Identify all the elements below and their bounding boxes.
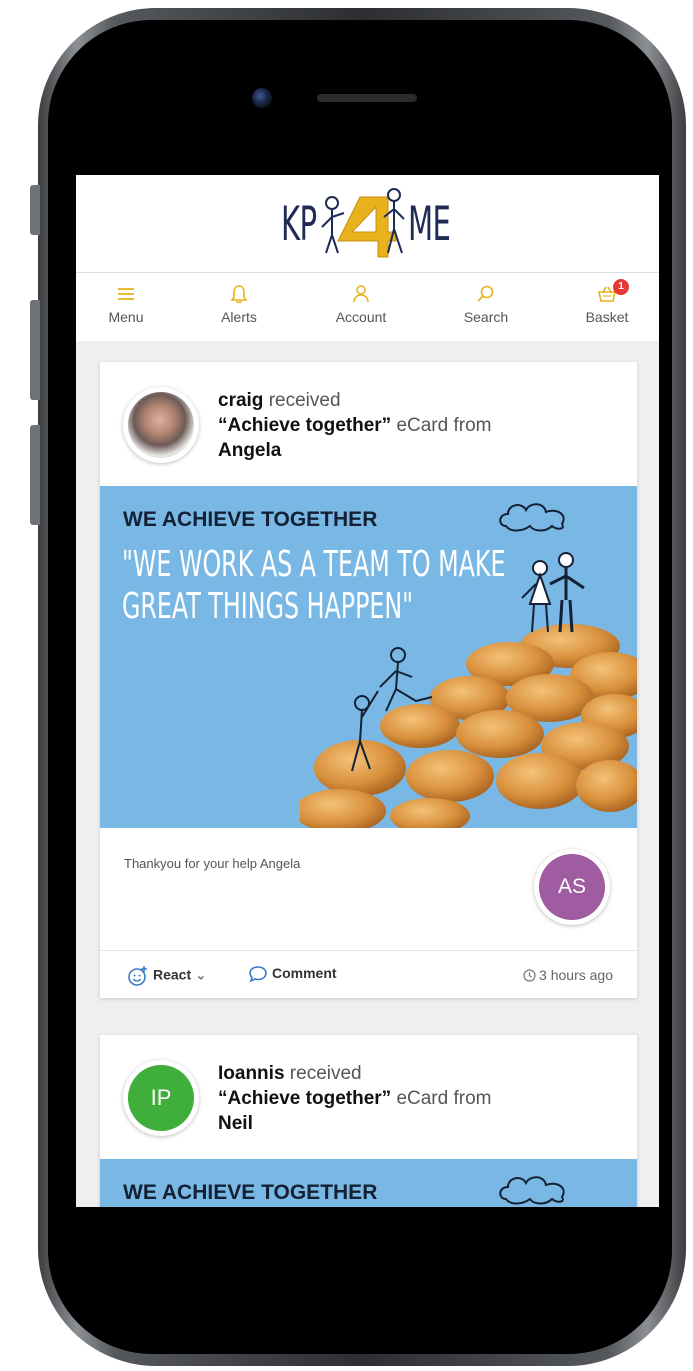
- ecard-from-text: eCard from: [396, 415, 492, 436]
- nav-alerts-label: Alerts: [221, 309, 257, 325]
- app-header: KP ME: [76, 175, 659, 273]
- profile-photo: [128, 392, 194, 458]
- timestamp-text: 3 hours ago: [539, 967, 613, 983]
- sender-initials: AS: [539, 854, 605, 920]
- add-reaction-icon: [128, 966, 147, 986]
- kp4me-logo[interactable]: KP ME: [276, 183, 466, 265]
- post-timestamp: 3 hours ago: [523, 967, 613, 983]
- basket-count-badge: 1: [613, 279, 629, 295]
- nav-menu-button[interactable]: Menu: [86, 283, 166, 325]
- ecard-name: “Achieve together”: [218, 1088, 392, 1109]
- ecard-name: “Achieve together”: [218, 415, 392, 436]
- post-action-bar: React ⌄ Comment 3 hours ago: [100, 950, 637, 999]
- post-headline: craig received “Achieve together” eCard …: [218, 388, 618, 463]
- feed-post-card: craig received “Achieve together” eCard …: [100, 362, 637, 998]
- nav-account-label: Account: [335, 309, 387, 325]
- comment-icon: [249, 966, 267, 983]
- climbing-figures-illustration: [351, 647, 433, 772]
- search-icon: [477, 285, 494, 302]
- comment-label: Comment: [272, 965, 337, 981]
- sender-name[interactable]: Angela: [218, 440, 281, 461]
- received-text: received: [268, 390, 341, 411]
- volume-up-button: [30, 300, 40, 400]
- recipient-name[interactable]: craig: [218, 390, 263, 411]
- logo-text-kp: KP: [281, 197, 317, 252]
- sender-name[interactable]: Neil: [218, 1113, 253, 1134]
- top-nav-bar: Menu Alerts Account Search 1 Basket: [76, 273, 659, 341]
- ecard-from-text: eCard from: [396, 1088, 492, 1109]
- post-message: Thankyou for your help Angela: [124, 856, 301, 871]
- ecard-quote-line-1: "WE WORK AS A TEAM TO MAKE: [122, 544, 506, 585]
- cloud-illustration: [499, 503, 565, 532]
- standing-couple-illustration: [521, 552, 585, 633]
- logo-text-me: ME: [408, 197, 451, 252]
- bell-icon: [230, 285, 248, 304]
- front-camera: [252, 88, 272, 108]
- mute-switch: [30, 185, 40, 235]
- recipient-avatar[interactable]: [123, 387, 199, 463]
- logo-4-figures-icon: [321, 188, 405, 258]
- recipient-avatar[interactable]: IP: [123, 1060, 199, 1136]
- user-icon: [353, 285, 369, 303]
- nav-search-button[interactable]: Search: [446, 283, 526, 325]
- nav-account-button[interactable]: Account: [321, 283, 401, 325]
- react-button[interactable]: React ⌄: [127, 965, 207, 987]
- app-screen: KP ME Menu Alerts Account Search 1 Baske…: [76, 175, 659, 1207]
- clock-icon: [523, 969, 536, 982]
- cloud-illustration: [499, 1176, 565, 1205]
- nav-alerts-button[interactable]: Alerts: [199, 283, 279, 325]
- ecard-banner-title: WE ACHIEVE TOGETHER: [123, 1181, 378, 1204]
- react-label: React: [153, 966, 192, 983]
- comment-button[interactable]: Comment: [248, 965, 337, 983]
- feed-post-card: IP Ioannis received “Achieve together” e…: [100, 1035, 637, 1207]
- hamburger-icon: [118, 288, 134, 300]
- received-text: received: [289, 1063, 362, 1084]
- chevron-down-icon: ⌄: [195, 966, 207, 983]
- recipient-initials: IP: [128, 1065, 194, 1131]
- ecard-banner-title: WE ACHIEVE TOGETHER: [123, 508, 378, 531]
- nav-basket-label: Basket: [585, 309, 629, 325]
- ecard-banner[interactable]: WE ACHIEVE TOGETHER "WE WORK AS A TEAM T…: [100, 486, 637, 828]
- earpiece-speaker: [317, 94, 417, 102]
- recipient-name[interactable]: Ioannis: [218, 1063, 285, 1084]
- nav-basket-button[interactable]: 1 Basket: [567, 279, 647, 325]
- nav-search-label: Search: [463, 309, 509, 325]
- nav-menu-label: Menu: [108, 309, 144, 325]
- ecard-banner[interactable]: WE ACHIEVE TOGETHER: [100, 1159, 637, 1207]
- sender-avatar[interactable]: AS: [534, 849, 610, 925]
- volume-down-button: [30, 425, 40, 525]
- post-headline: Ioannis received “Achieve together” eCar…: [218, 1061, 618, 1136]
